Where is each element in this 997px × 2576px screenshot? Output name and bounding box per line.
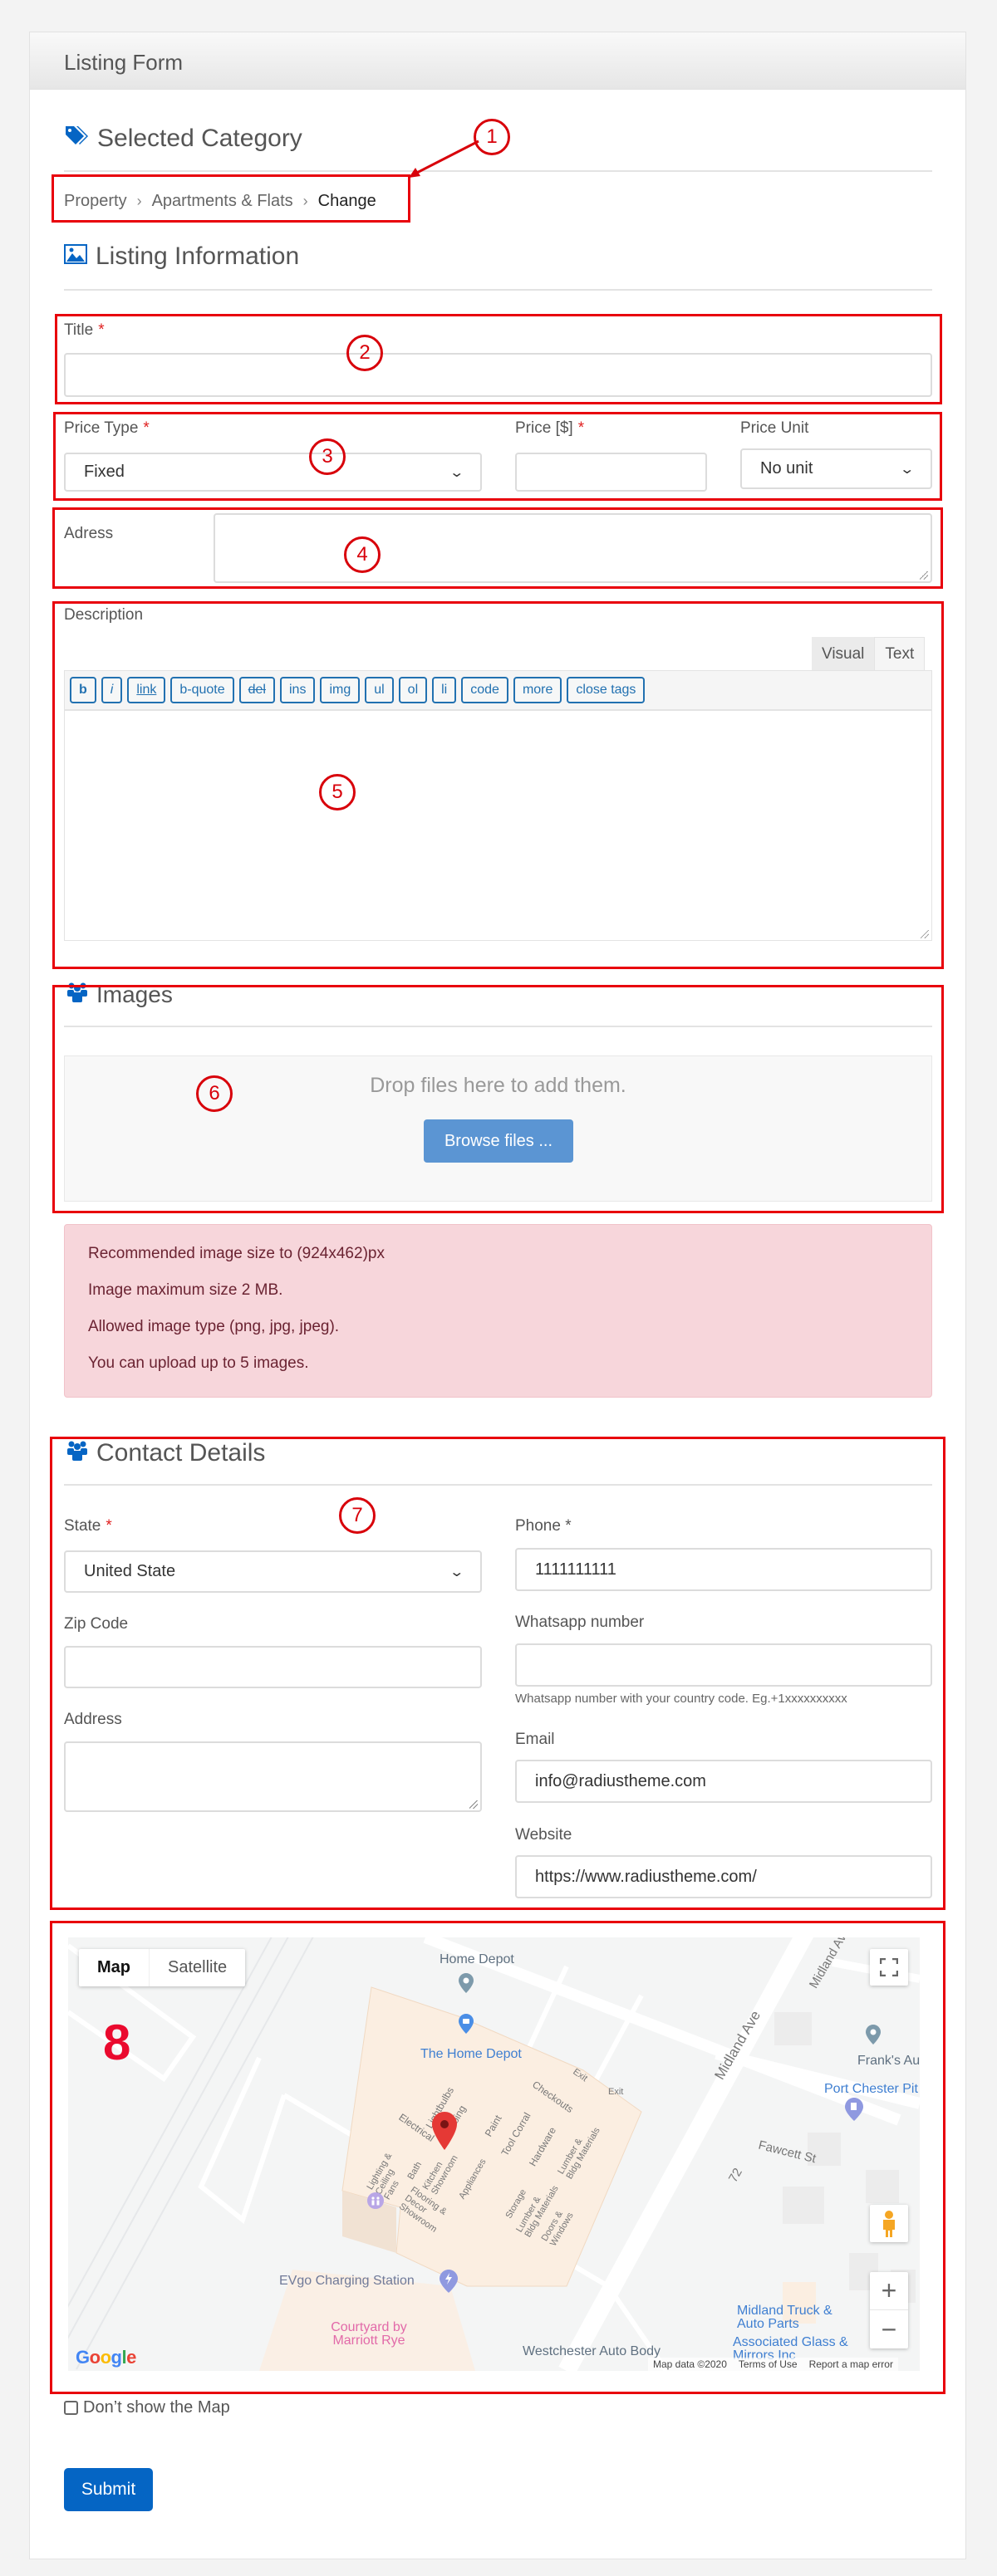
image-requirements-alert: Recommended image size to (924x462)px Im…	[64, 1224, 932, 1398]
annotation-marker-large: 8	[103, 2015, 131, 2070]
annotation-marker: 6	[196, 1075, 233, 1112]
divider	[64, 170, 932, 172]
selected-category-heading: Selected Category	[64, 125, 302, 153]
alert-line: You can upload up to 5 images.	[88, 1354, 309, 1372]
annotation-box-6	[52, 985, 944, 1213]
image-icon	[64, 242, 87, 271]
page-title: Listing Form	[64, 50, 184, 75]
dont-show-map-row: Don’t show the Map	[64, 2398, 230, 2417]
dont-show-map-checkbox[interactable]	[64, 2401, 78, 2415]
annotation-marker: 1	[474, 119, 510, 155]
annotation-box-4	[52, 507, 943, 589]
annotation-marker: 4	[344, 536, 381, 573]
alert-line: Allowed image type (png, jpg, jpeg).	[88, 1318, 340, 1335]
alert-line: Recommended image size to (924x462)px	[88, 1245, 385, 1262]
annotation-marker: 2	[346, 335, 383, 371]
listing-information-heading: Listing Information	[64, 242, 299, 271]
annotation-box-1	[52, 174, 410, 223]
alert-line: Image maximum size 2 MB.	[88, 1281, 283, 1299]
tags-icon	[64, 125, 89, 153]
section-title-text: Listing Information	[96, 242, 300, 270]
annotation-box-7	[50, 1437, 945, 1910]
annotation-marker: 3	[309, 438, 346, 475]
annotation-box-3	[53, 412, 942, 501]
annotation-box-2	[55, 314, 942, 404]
divider	[64, 289, 932, 291]
submit-button[interactable]: Submit	[64, 2468, 153, 2511]
annotation-box-5	[52, 601, 944, 969]
dont-show-map-label[interactable]: Don’t show the Map	[83, 2398, 230, 2417]
annotation-box-8	[50, 1921, 945, 2394]
annotation-marker: 5	[319, 774, 356, 811]
annotation-marker: 7	[339, 1497, 376, 1534]
section-title-text: Selected Category	[97, 125, 302, 152]
